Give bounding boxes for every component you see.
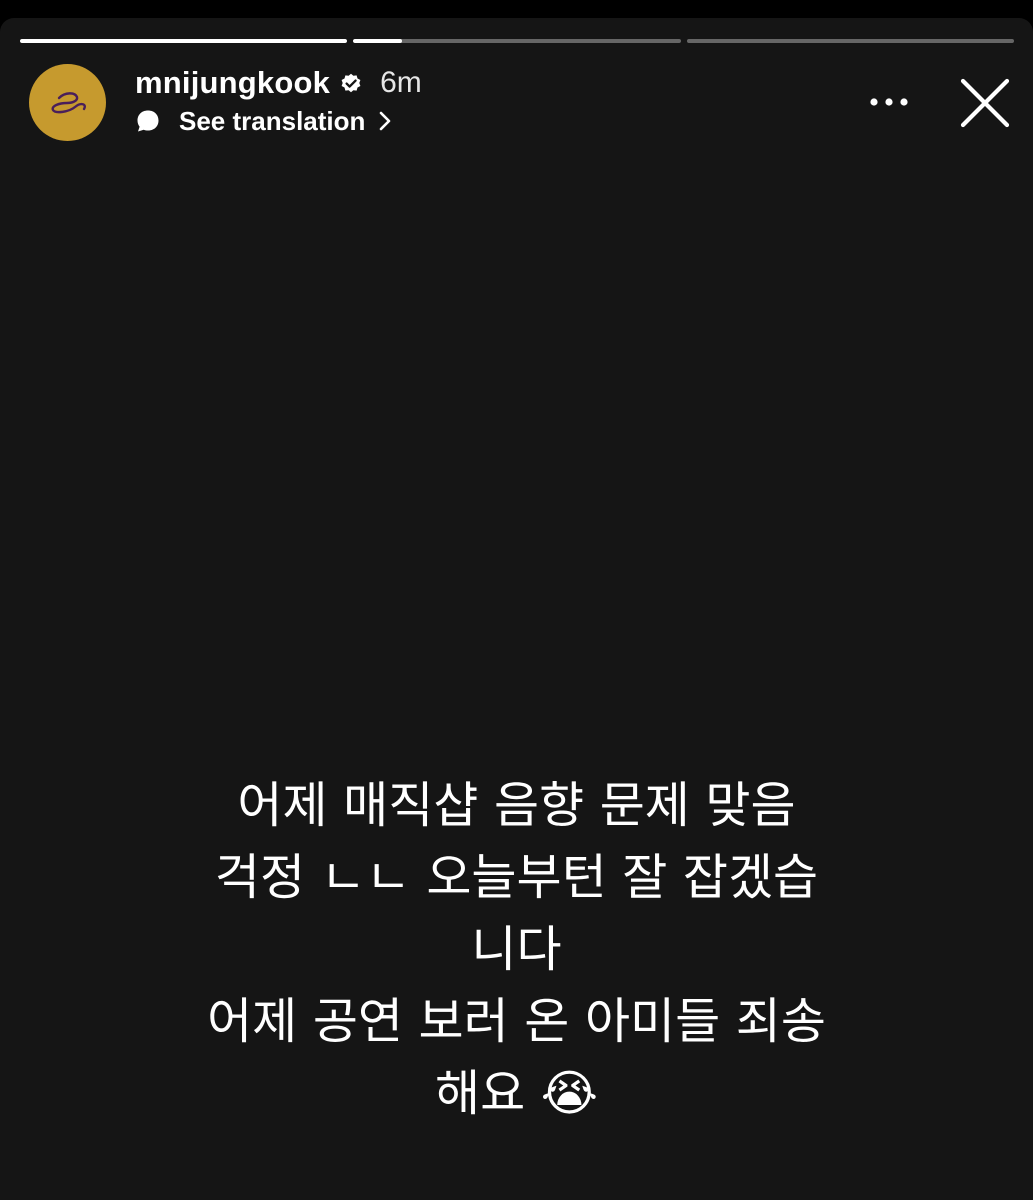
avatar[interactable] [29,64,106,141]
name-row: mnijungkook 6m [135,64,422,102]
progress-segment-1 [20,39,348,43]
progress-fill-1 [20,39,348,43]
story-viewer: mnijungkook 6m See translation 어제 매직샵 음향… [0,0,1033,1200]
progress-segment-3 [686,39,1014,43]
close-icon [960,78,1010,128]
chevron-right-icon [380,111,391,131]
caption-line-1: 어제 매직샵 음향 문제 맞음 [237,777,796,834]
caption-line-2: 걱정 ㄴㄴ 오늘부턴 잘 잡겠습 [214,849,819,906]
post-time: 6m [380,66,422,99]
story-header: mnijungkook 6m See translation [135,64,422,140]
swirl-logo-icon [51,91,86,113]
progress-segment-2 [353,39,681,43]
story-card[interactable]: mnijungkook 6m See translation 어제 매직샵 음향… [0,18,1033,1200]
story-progress-bar [20,39,1014,43]
progress-fill-2 [353,39,403,43]
caption-line-4: 어제 공연 보러 온 아미들 죄송 [207,993,826,1050]
more-dots-icon [870,98,908,106]
caption-line-5: 해요 😭 [435,1065,598,1122]
username[interactable]: mnijungkook [135,65,330,101]
caption-line-3: 니다 [471,921,562,978]
see-translation-label: See translation [179,105,366,136]
verified-badge-icon [341,73,361,93]
close-button[interactable] [952,70,1018,136]
speech-bubble-icon [137,110,159,132]
see-translation-button[interactable]: See translation [135,102,422,140]
more-options-button[interactable] [864,84,914,120]
story-caption: 어제 매직샵 음향 문제 맞음 걱정 ㄴㄴ 오늘부턴 잘 잡겠습 니다 어제 공… [110,770,923,1130]
